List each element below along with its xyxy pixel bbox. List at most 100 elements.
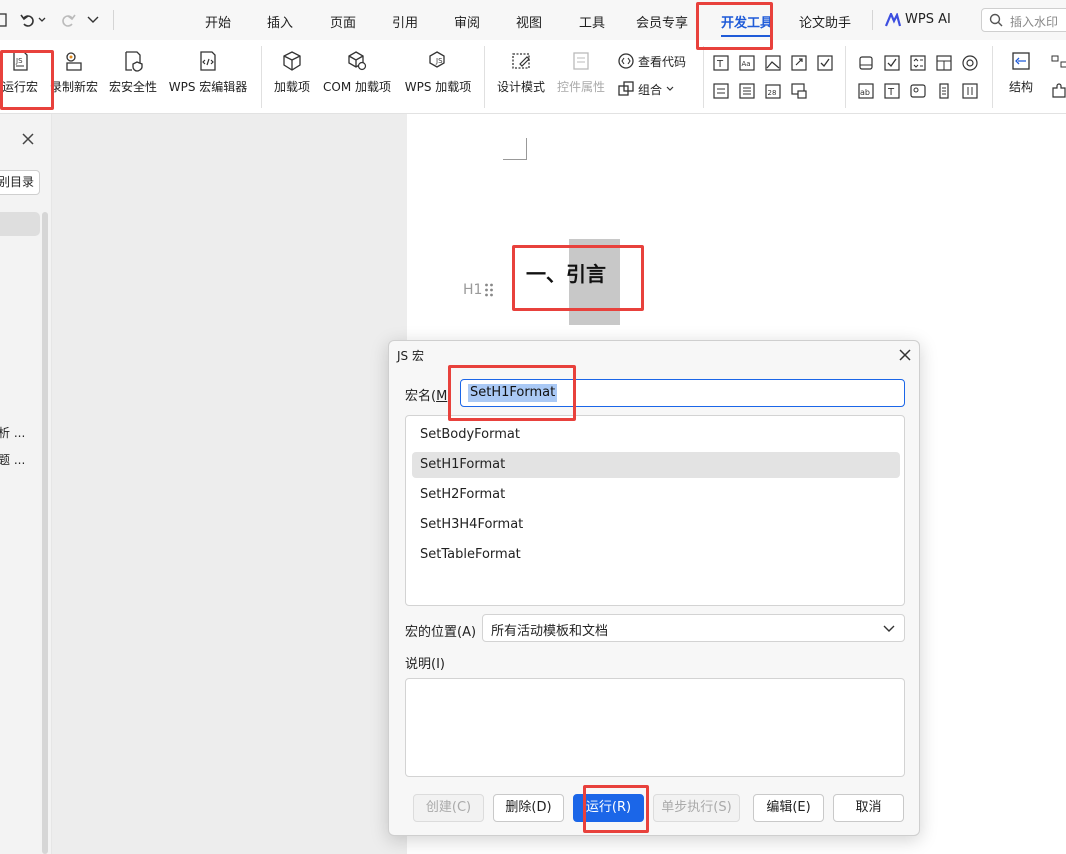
wps-addins-button[interactable]: JS WPS 加载项 [402,50,474,95]
close-icon[interactable] [21,132,35,146]
text-control-icon[interactable]: T [712,54,730,72]
selected-outline-item[interactable] [0,212,40,236]
svg-text:JS: JS [435,57,443,65]
record-macro-button[interactable]: 录制新宏 [48,50,100,95]
combo-box-control-icon[interactable] [712,82,730,100]
structure-icon [1012,52,1030,70]
tab-page[interactable]: 页面 [330,12,356,31]
macro-name-input[interactable]: SetH1Format [460,379,905,407]
wps-addins-label: WPS 加载项 [404,80,472,94]
list-item[interactable]: SetH2Format [412,482,900,508]
list-item[interactable]: SetBodyFormat [412,422,900,448]
tab-insert[interactable]: 插入 [267,12,293,31]
group-dropdown-icon [666,86,674,91]
redo-icon[interactable] [60,12,76,28]
smart-toc-button[interactable]: 别目录 [0,170,40,195]
macro-location-label: 宏的位置(A) [405,625,477,640]
design-mode-label: 设计模式 [496,80,545,94]
tab-tools[interactable]: 工具 [579,12,605,31]
repeating-section-control-icon[interactable] [790,82,808,100]
com-cube-icon [348,51,367,71]
cancel-button[interactable]: 取消 [833,794,904,822]
tab-view[interactable]: 视图 [516,12,542,31]
date-picker-control-icon[interactable]: 28 [764,82,782,100]
dialog-close-icon[interactable] [899,349,911,361]
com-addins-button[interactable]: COM 加载项 [320,50,394,95]
ribbon-divider [703,46,704,108]
addins-button[interactable]: 加载项 [270,50,314,95]
tab-member[interactable]: 会员专享 [636,12,688,31]
listbox-icon[interactable] [935,54,953,72]
toggle-button-icon[interactable] [961,82,979,100]
spin-button-icon[interactable] [909,54,927,72]
run-macro-button[interactable]: JS 运行宏 [0,50,42,95]
undo-icon[interactable] [20,12,36,28]
run-button[interactable]: 运行(R) [573,794,644,822]
wps-macro-editor-button[interactable]: WPS 宏编辑器 [166,50,250,95]
chevron-down-icon [883,625,895,632]
dropdown-list-control-icon[interactable] [738,82,756,100]
structure-button[interactable]: 结构 [1004,50,1038,95]
create-button[interactable]: 创建(C) [413,794,484,822]
drag-handle-icon[interactable] [484,282,494,298]
macro-list[interactable]: SetBodyFormat SetH1Format SetH2Format Se… [405,415,905,606]
heading-1[interactable]: 一、引言 [526,258,606,287]
tab-thesis-assistant[interactable]: 论文助手 [799,12,851,31]
list-item[interactable]: SetTableFormat [412,542,900,568]
design-mode-button[interactable]: 设计模式 [494,50,548,95]
search-placeholder: 插入水印 [1010,15,1059,29]
navigation-pane: 别目录 析 ... 题 ... [0,114,52,854]
more-dropdown-icon[interactable] [87,15,99,25]
group-label: 组合 [638,83,663,97]
description-textarea[interactable] [405,678,905,777]
legacy-checkbox-icon[interactable] [883,54,901,72]
menu-divider [113,10,114,30]
macro-location-select[interactable]: 所有活动模板和文档 [482,614,905,642]
list-item-selected[interactable]: SetH1Format [412,452,900,478]
save-icon[interactable] [0,12,8,28]
dialog-title: JS 宏 [397,349,424,363]
svg-text:JS: JS [15,57,23,65]
search-box[interactable]: 插入水印 [981,8,1066,32]
edit-button[interactable]: 编辑(E) [753,794,824,822]
legacy-textbox-icon[interactable] [857,54,875,72]
step-into-button[interactable]: 单步执行(S) [653,794,740,822]
macro-location-value: 所有活动模板和文档 [491,624,609,639]
outline-item[interactable]: 题 ... [0,451,25,468]
delete-button[interactable]: 删除(D) [493,794,564,822]
control-properties-label: 控件属性 [556,80,605,94]
image-control-icon[interactable] [909,82,927,100]
control-properties-button[interactable]: 控件属性 [554,50,608,95]
group-icon [618,81,634,96]
run-macro-label: 运行宏 [1,80,38,94]
control-properties-icon [573,52,589,70]
undo-dropdown-icon[interactable] [38,16,46,24]
tab-developer[interactable]: 开发工具 [721,12,774,37]
tab-wps-ai[interactable]: WPS AI [905,12,951,27]
macro-security-button[interactable]: 宏安全性 [106,50,160,95]
tab-home[interactable]: 开始 [205,12,231,31]
checkbox-control-icon[interactable] [816,54,834,72]
label-control-icon[interactable]: ab [857,82,875,100]
ribbon-divider [261,46,262,108]
code-editor-icon [200,51,216,71]
macro-name-label: 宏名(M [405,389,448,404]
scrollbar-control-icon[interactable] [935,82,953,100]
svg-text:T: T [716,59,724,70]
macro-security-label: 宏安全性 [108,80,157,94]
rich-text-control-icon[interactable]: Aa [738,54,756,72]
tab-references[interactable]: 引用 [392,12,418,31]
puzzle-icon[interactable] [1050,82,1066,100]
xml-mapping-icon[interactable] [1050,54,1066,72]
textbox-control-icon[interactable]: T [883,82,901,100]
scrollbar[interactable] [42,212,48,854]
js-cube-icon: JS [429,51,445,68]
outline-item[interactable]: 析 ... [0,424,25,441]
picture-control-icon[interactable] [764,54,782,72]
view-code-label: 查看代码 [638,55,687,69]
list-item[interactable]: SetH3H4Format [412,512,900,538]
heading-level-marker: H1 [463,282,483,298]
building-block-control-icon[interactable] [790,54,808,72]
tab-review[interactable]: 审阅 [454,12,480,31]
option-button-icon[interactable] [961,54,979,72]
